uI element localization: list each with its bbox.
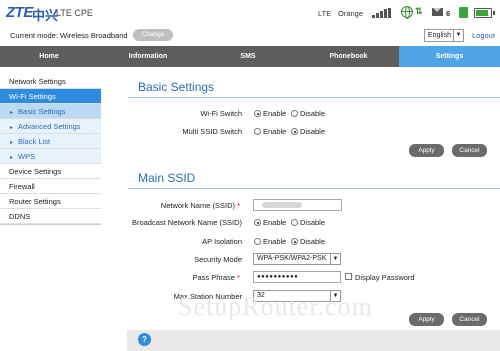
enable-label: Enable [263, 109, 287, 118]
message-icon[interactable] [432, 8, 443, 16]
tab-settings[interactable]: Settings [399, 46, 500, 67]
sidebar-item-network-settings[interactable]: Network Settings [0, 74, 101, 89]
security-mode-select[interactable]: WPA-PSK/WPA2-PSK ▼ [253, 253, 341, 265]
enable-label: Enable [263, 127, 287, 136]
current-mode-label: Current mode: Wireless Broadband [10, 31, 128, 40]
divider [128, 97, 500, 98]
divider [128, 188, 500, 189]
disable-label: Disable [300, 127, 326, 136]
language-select[interactable]: English ▼ [424, 29, 464, 42]
top-bar: ZTE 中兴 LTE CPE LTE Orange ⇅ 6 [0, 0, 500, 27]
chevron-right-icon: ▸ [10, 155, 14, 161]
tab-sms[interactable]: SMS [198, 46, 298, 67]
footer-bar [127, 330, 500, 351]
ap-isolation-enable-radio[interactable] [254, 238, 261, 245]
chevron-down-icon: ▼ [453, 30, 463, 41]
chevron-right-icon: ▸ [10, 140, 14, 146]
chevron-down-icon: ▼ [330, 254, 340, 264]
logout-link[interactable]: Logout [472, 31, 495, 40]
watermark: SetupRouter.com [178, 292, 373, 321]
wifi-switch-disable-radio[interactable] [291, 110, 298, 117]
chevron-right-icon: ▸ [10, 125, 14, 131]
pass-phrase-input[interactable]: ●●●●●●●●●● [253, 271, 341, 283]
wifi-switch-enable-radio[interactable] [254, 110, 261, 117]
help-icon[interactable]: ? [138, 333, 151, 346]
enable-label: Enable [263, 237, 287, 246]
broadcast-ssid-label: Broadcast Network Name (SSID) [131, 218, 242, 227]
disable-label: Disable [300, 218, 326, 227]
main-ssid-title: Main SSID [138, 171, 196, 185]
change-mode-button[interactable]: Change [133, 29, 173, 41]
wifi-switch-label: Wi-Fi Switch [200, 109, 242, 118]
zte-logo: ZTE [6, 4, 33, 21]
basic-cancel-button[interactable]: Cancel [452, 144, 487, 157]
sidebar-item-black-list[interactable]: ▸ Black List [0, 134, 101, 149]
internet-connected-icon [401, 6, 413, 19]
ssid-apply-button[interactable]: Apply [409, 313, 444, 326]
basic-settings-title: Basic Settings [138, 80, 215, 94]
security-mode-label: Security Mode [194, 255, 242, 264]
disable-label: Disable [300, 109, 326, 118]
ssid-name-redacted [262, 202, 302, 208]
multi-ssid-disable-radio[interactable] [291, 128, 298, 135]
network-type: LTE [318, 9, 332, 18]
battery-icon [474, 8, 495, 18]
chevron-right-icon: ▸ [10, 110, 14, 116]
ap-isolation-label: AP Isolation [202, 237, 242, 246]
sidebar-item-wps[interactable]: ▸ WPS [0, 149, 101, 164]
zte-logo-cn: 中兴 [32, 8, 59, 23]
multi-ssid-switch-label: Multi SSID Switch [182, 127, 242, 136]
tab-home[interactable]: Home [0, 46, 98, 67]
mode-bar: Current mode: Wireless Broadband Change … [0, 27, 500, 45]
sidebar-item-device-settings[interactable]: Device Settings [0, 164, 101, 179]
pass-phrase-label: Pass Phrase * [192, 273, 240, 282]
tab-phonebook[interactable]: Phonebook [298, 46, 399, 67]
sidebar-item-firewall[interactable]: Firewall [0, 179, 101, 194]
ssid-name-label: Network Name (SSID) * [160, 201, 240, 210]
tab-information[interactable]: Information [98, 46, 198, 67]
broadcast-enable-radio[interactable] [254, 219, 261, 226]
product-name: LTE CPE [56, 8, 93, 18]
multi-ssid-enable-radio[interactable] [254, 128, 261, 135]
display-password-label: Display Password [355, 273, 415, 282]
broadcast-disable-radio[interactable] [291, 219, 298, 226]
ap-isolation-disable-radio[interactable] [291, 238, 298, 245]
signal-strength-icon [372, 8, 392, 18]
basic-apply-button[interactable]: Apply [409, 144, 444, 157]
disable-label: Disable [300, 237, 326, 246]
ssid-cancel-button[interactable]: Cancel [452, 313, 487, 326]
data-transfer-icon: ⇅ [415, 6, 423, 16]
sidebar-item-wifi-settings[interactable]: Wi-Fi Settings [0, 89, 101, 104]
display-password-checkbox[interactable] [345, 273, 352, 280]
sim-icon [459, 7, 468, 18]
main-nav: Home Information SMS Phonebook Settings [0, 46, 500, 67]
operator-name: Orange [338, 9, 364, 18]
enable-label: Enable [263, 218, 287, 227]
message-count: 6 [446, 9, 451, 18]
